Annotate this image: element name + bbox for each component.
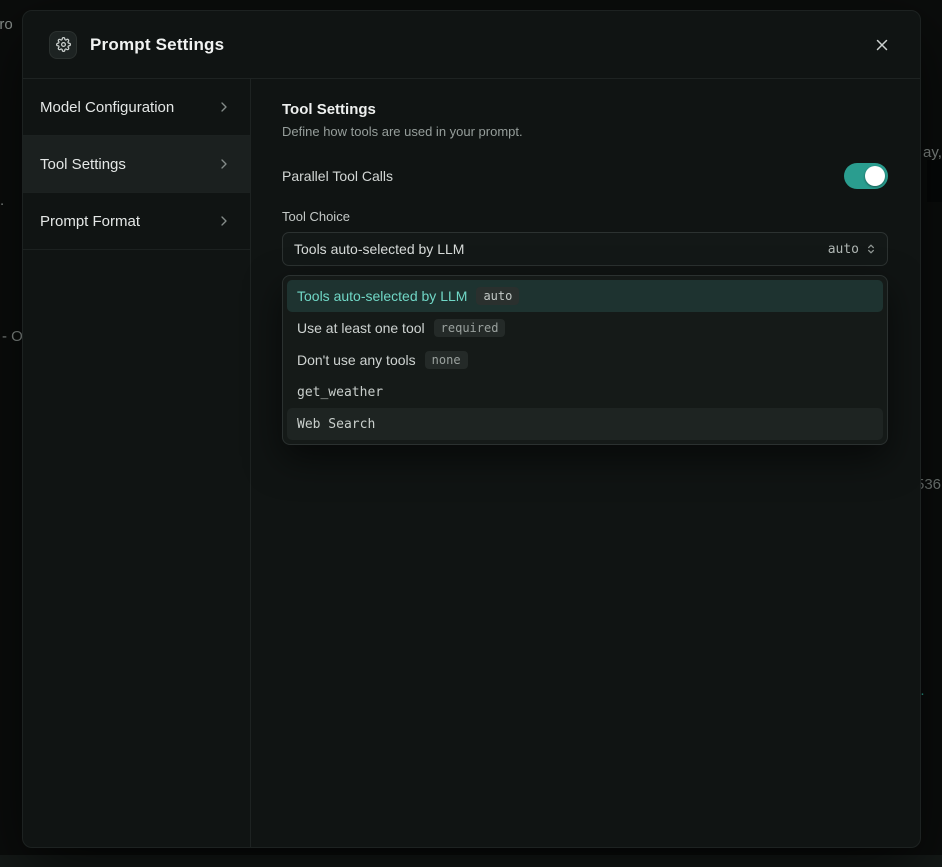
sidebar-item-prompt-format[interactable]: Prompt Format bbox=[23, 193, 250, 250]
sidebar-item-label: Tool Settings bbox=[40, 156, 126, 173]
sidebar-item-label: Model Configuration bbox=[40, 99, 174, 116]
modal-title: Prompt Settings bbox=[90, 35, 224, 55]
sidebar-item-label: Prompt Format bbox=[40, 213, 140, 230]
chevron-right-icon bbox=[216, 213, 232, 229]
option-label: get_weather bbox=[297, 385, 383, 400]
background-fragment: ay, bbox=[923, 144, 942, 161]
prompt-settings-modal: Prompt Settings Model Configuration Tool… bbox=[22, 10, 921, 848]
option-badge: none bbox=[425, 351, 468, 369]
background-fragment: pro bbox=[0, 16, 13, 33]
background-block bbox=[927, 160, 942, 202]
parallel-tool-calls-toggle[interactable] bbox=[844, 163, 888, 189]
dropdown-option-required[interactable]: Use at least one tool required bbox=[287, 312, 883, 344]
dropdown-option-none[interactable]: Don't use any tools none bbox=[287, 344, 883, 376]
background-fragment: . bbox=[0, 192, 4, 209]
dropdown-option-get-weather[interactable]: get_weather bbox=[287, 376, 883, 408]
chevron-right-icon bbox=[216, 99, 232, 115]
close-icon bbox=[873, 36, 891, 54]
background-statusbar bbox=[0, 855, 942, 867]
select-value: Tools auto-selected by LLM bbox=[294, 241, 828, 257]
gear-icon bbox=[49, 31, 77, 59]
dropdown-option-web-search[interactable]: Web Search bbox=[287, 408, 883, 440]
select-badge: auto bbox=[828, 242, 859, 257]
background-fragment: - O bbox=[2, 328, 23, 345]
tool-choice-select[interactable]: Tools auto-selected by LLM auto bbox=[282, 232, 888, 266]
section-subtitle: Define how tools are used in your prompt… bbox=[282, 124, 888, 139]
tool-choice-dropdown: Tools auto-selected by LLM auto Use at l… bbox=[282, 275, 888, 445]
option-badge: required bbox=[434, 319, 506, 337]
option-label: Don't use any tools bbox=[297, 352, 416, 368]
parallel-tool-calls-row: Parallel Tool Calls bbox=[282, 163, 888, 189]
select-suffix: auto bbox=[828, 242, 878, 257]
tool-settings-panel: Tool Settings Define how tools are used … bbox=[251, 79, 920, 847]
option-label: Tools auto-selected by LLM bbox=[297, 288, 467, 304]
toggle-knob bbox=[865, 166, 885, 186]
sidebar: Model Configuration Tool Settings Prompt… bbox=[23, 79, 251, 847]
tool-choice-label: Tool Choice bbox=[282, 209, 888, 224]
option-label: Use at least one tool bbox=[297, 320, 425, 336]
chevron-up-down-icon bbox=[864, 242, 878, 256]
sidebar-item-tool-settings[interactable]: Tool Settings bbox=[23, 136, 250, 193]
close-button[interactable] bbox=[868, 31, 896, 59]
sidebar-item-model-configuration[interactable]: Model Configuration bbox=[23, 79, 250, 136]
section-title: Tool Settings bbox=[282, 101, 888, 118]
modal-header: Prompt Settings bbox=[23, 11, 920, 79]
chevron-right-icon bbox=[216, 156, 232, 172]
option-badge: auto bbox=[476, 287, 519, 305]
option-label: Web Search bbox=[297, 417, 375, 432]
modal-body: Model Configuration Tool Settings Prompt… bbox=[23, 79, 920, 847]
parallel-tool-calls-label: Parallel Tool Calls bbox=[282, 168, 393, 184]
dropdown-option-auto[interactable]: Tools auto-selected by LLM auto bbox=[287, 280, 883, 312]
